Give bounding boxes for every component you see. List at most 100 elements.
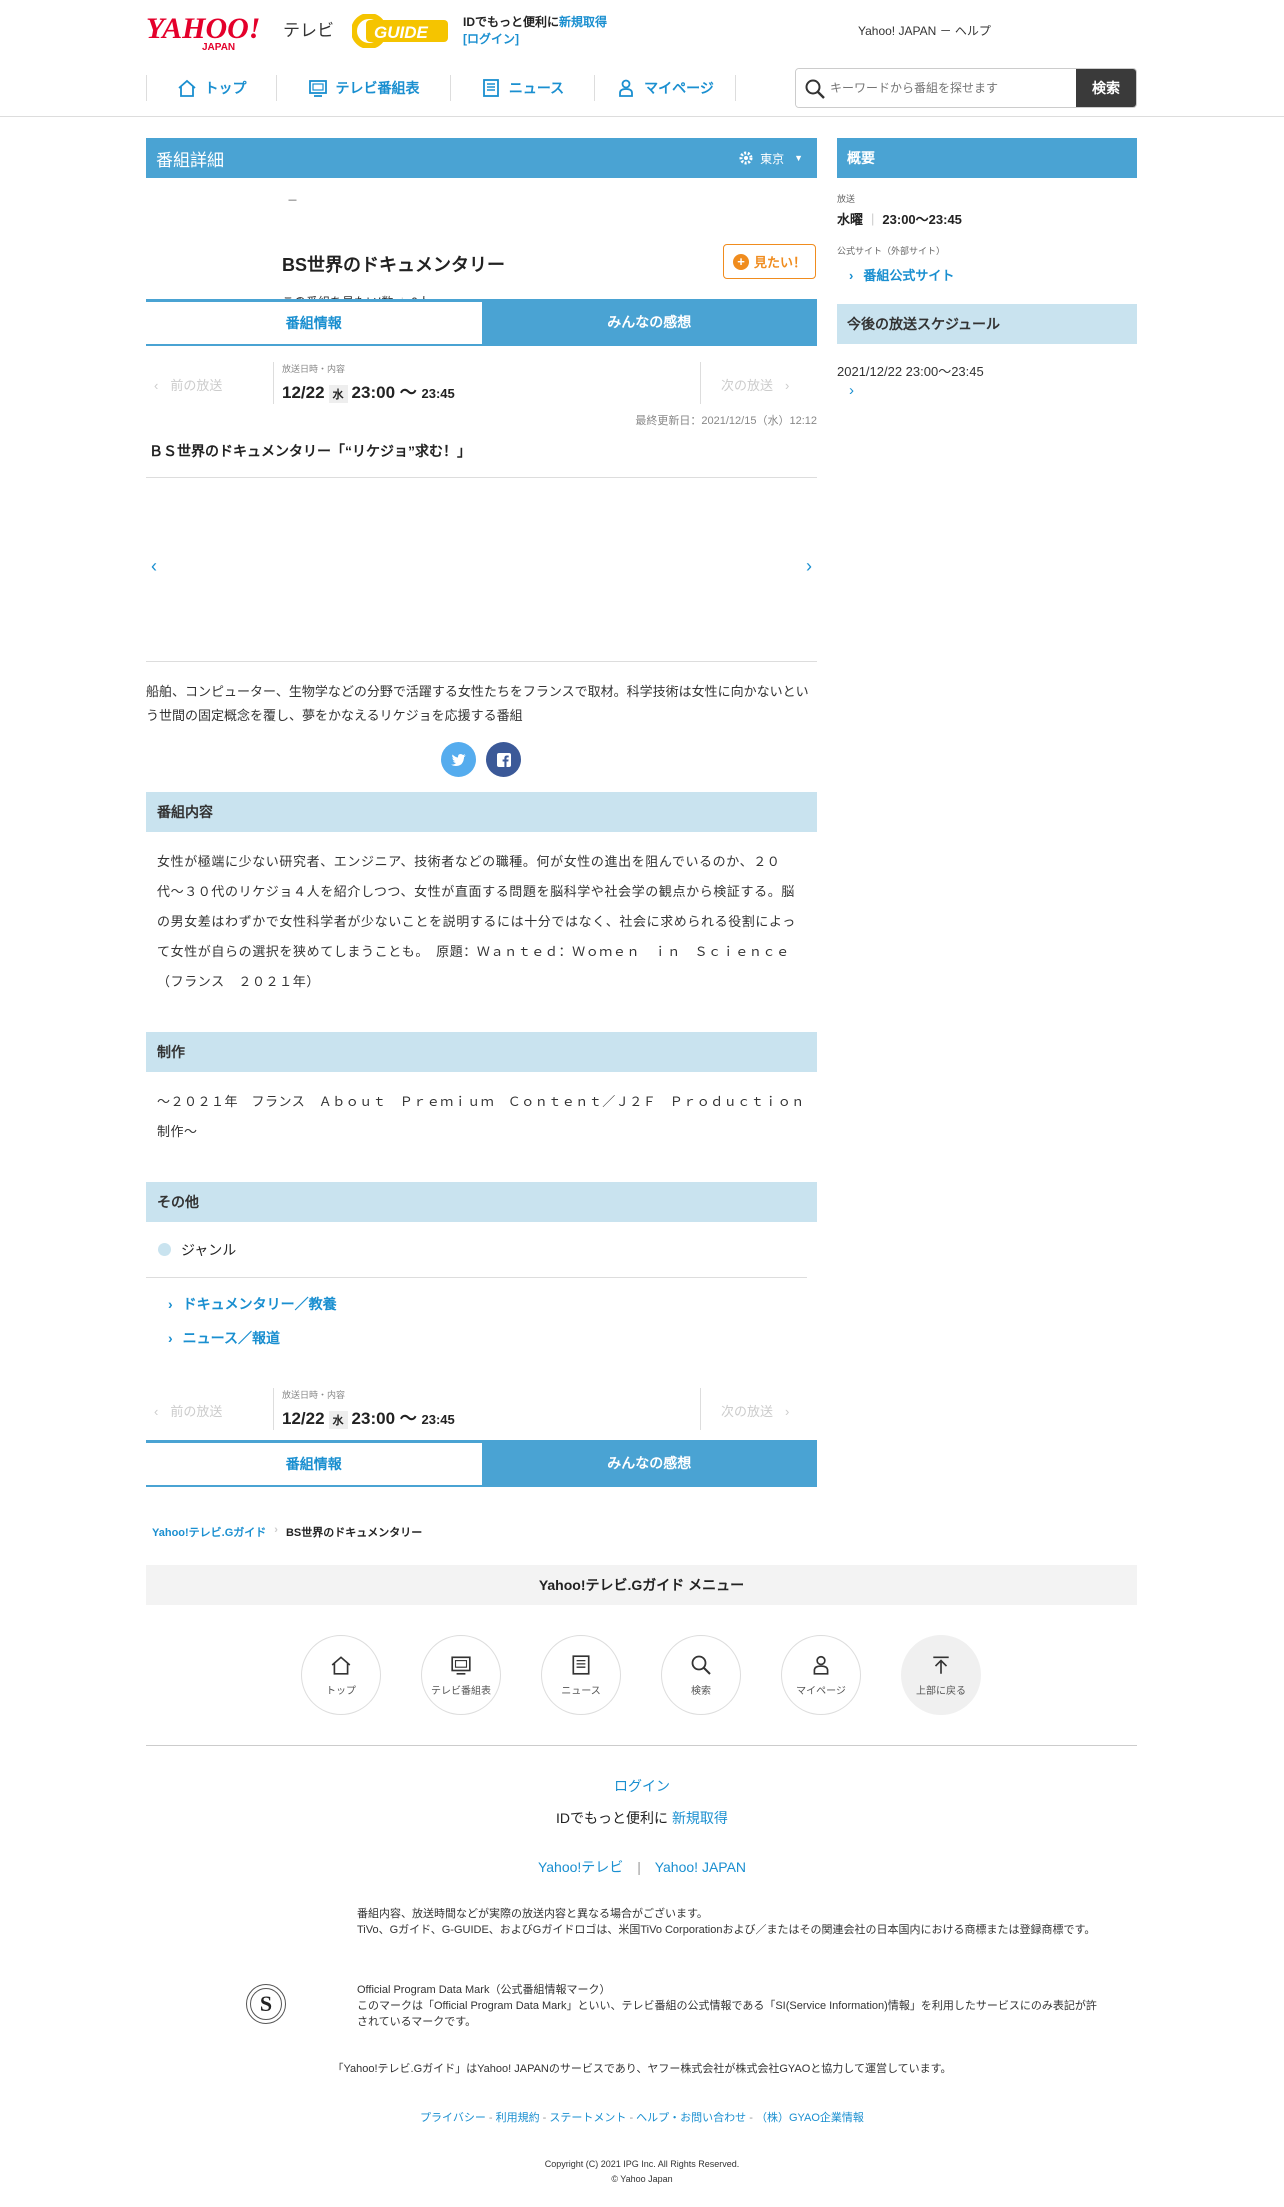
want-button[interactable]: + 見たい！: [723, 244, 816, 279]
carousel-next-icon[interactable]: ›: [806, 556, 812, 577]
nav-label: テレビ番組表: [335, 80, 420, 96]
news-icon: [482, 79, 499, 97]
yj-help-links[interactable]: Yahoo! JAPAN － ヘルプ: [858, 22, 991, 39]
next-label: 次の放送: [721, 1404, 774, 1419]
breadcrumb-current: BS世界のドキュメンタリー: [285, 1527, 423, 1539]
footer-notice-2: TiVo、Gガイド、G-GUIDE、およびGガイドロゴは、米国TiVo Corp…: [357, 1924, 1096, 1936]
nav-top[interactable]: トップ: [146, 75, 276, 101]
genre-link[interactable]: › ニュース／報道: [168, 1328, 817, 1362]
broadcast-nav-bottom: ‹ 前の放送 放送日時・内容 12/22 水 23:00 〜 23:45 次の放送 ›: [146, 1388, 817, 1434]
region-selector[interactable]: 東京 ▼: [738, 150, 803, 167]
facebook-share-button[interactable]: [486, 742, 521, 777]
svg-text:GUIDE: GUIDE: [374, 23, 429, 42]
menu-back-to-top-button[interactable]: 上部に戻る: [901, 1635, 981, 1715]
menu-mypage-button[interactable]: マイページ: [781, 1635, 861, 1715]
broadcast-time: 23:00～23:45: [882, 212, 962, 227]
privacy-link[interactable]: プライバシー: [420, 2112, 486, 2124]
signup-link[interactable]: 新規取得: [559, 15, 607, 29]
end-time: 23:45: [421, 1412, 455, 1427]
nav-tv-schedule[interactable]: テレビ番組表: [276, 75, 450, 101]
menu-tv-schedule-button[interactable]: テレビ番組表: [421, 1635, 501, 1715]
tv-icon: [308, 80, 327, 97]
schedule-item: 2021/12/22 23:00～23:45: [837, 364, 984, 379]
nav-news[interactable]: ニュース: [450, 75, 594, 101]
next-broadcast[interactable]: 次の放送 ›: [700, 1388, 816, 1430]
plus-icon: +: [732, 253, 749, 270]
yahoo-japan-logo[interactable]: YAHOO! JAPAN: [146, 12, 296, 53]
statement-link[interactable]: ステートメント: [549, 2112, 626, 2124]
weekday-badge: 水: [328, 1411, 348, 1429]
chevron-right-icon: ›: [168, 1330, 173, 1346]
news-icon: [572, 1654, 590, 1675]
program-title: BS世界のドキュメンタリー: [282, 255, 506, 275]
search-icon: [691, 1655, 711, 1675]
next-broadcast[interactable]: 次の放送 ›: [700, 362, 816, 404]
prev-broadcast[interactable]: ‹ 前の放送: [154, 1401, 222, 1420]
chevron-right-icon: ›: [849, 268, 854, 283]
search-button[interactable]: 検索: [1076, 69, 1136, 107]
footer-login-link[interactable]: ログイン: [0, 1776, 1284, 1796]
chevron-right-icon[interactable]: ›: [837, 382, 1137, 399]
twitter-share-button[interactable]: [441, 742, 476, 777]
mark-description: このマークは「Official Program Data Mark」といい、テレ…: [357, 2000, 1097, 2028]
search-box: 検索: [795, 68, 1137, 108]
twitter-icon: [450, 753, 466, 766]
date: 12/22: [282, 1409, 325, 1428]
episode-title: ＢＳ世界のドキュメンタリー「“リケジョ”求む！」: [149, 443, 471, 459]
footer-yahoo-tv-link[interactable]: Yahoo!テレビ: [538, 1859, 623, 1875]
schedule-header: 今後の放送スケジュール: [837, 304, 1137, 344]
tab-impressions[interactable]: みんなの感想: [481, 1440, 817, 1485]
menu-label: テレビ番組表: [431, 1685, 491, 1697]
breadcrumb: Yahoo!テレビ.Gガイド › BS世界のドキュメンタリー: [152, 1524, 423, 1540]
production-section-header: 制作: [146, 1032, 817, 1072]
menu-top-button[interactable]: トップ: [301, 1635, 381, 1715]
home-icon: [331, 1655, 351, 1675]
menu-label: 上部に戻る: [916, 1685, 966, 1697]
genre-label: ジャンル: [181, 1241, 237, 1258]
chevron-right-icon: ›: [785, 378, 790, 393]
chevron-right-icon: ›: [785, 1404, 790, 1419]
user-icon: [619, 79, 634, 97]
terms-link[interactable]: 利用規約: [496, 2112, 540, 2124]
login-link[interactable]: [ログイン]: [463, 32, 519, 46]
tab-program-info[interactable]: 番組情報: [146, 1440, 482, 1485]
footer-notice-1: 番組内容、放送時間などが実際の放送内容と異なる場合がございます。: [357, 1908, 708, 1920]
main-nav: トップ テレビ番組表 ニュース マイページ: [146, 68, 736, 108]
official-site-link[interactable]: › 番組公式サイト: [837, 265, 1137, 284]
footer-yahoo-japan-link[interactable]: Yahoo! JAPAN: [655, 1859, 746, 1875]
footer-sep: |: [637, 1859, 641, 1875]
genre-bullet-icon: [158, 1243, 171, 1256]
next-label: 次の放送: [721, 378, 774, 393]
nav-label: トップ: [204, 80, 247, 96]
help-link[interactable]: ヘルプ・お問い合わせ: [636, 2112, 746, 2124]
breadcrumb-home[interactable]: Yahoo!テレビ.Gガイド: [152, 1524, 266, 1540]
official-site-label: 公式サイト（外部サイト）: [837, 246, 946, 256]
prev-label: 前の放送: [170, 1404, 223, 1419]
tilde: 〜: [399, 1409, 417, 1428]
chevron-right-icon: ›: [168, 1296, 173, 1312]
footer-signup-link[interactable]: 新規取得: [672, 1810, 728, 1826]
nav-mypage[interactable]: マイページ: [594, 75, 736, 101]
copyright-yahoo: © Yahoo Japan: [611, 2174, 673, 2184]
carousel-prev-icon[interactable]: ‹: [151, 556, 157, 577]
tilde: 〜: [399, 383, 417, 402]
svg-text:YAHOO!: YAHOO!: [146, 12, 260, 45]
broadcast-day: 水曜: [837, 212, 864, 227]
gyao-company-link[interactable]: （株）GYAO企業情報: [756, 2112, 864, 2124]
menu-icons: トップ テレビ番組表 ニュース 検索 マイページ 上部に戻る: [301, 1635, 981, 1715]
mark-title: Official Program Data Mark（公式番組情報マーク）: [357, 1984, 611, 1996]
menu-news-button[interactable]: ニュース: [541, 1635, 621, 1715]
tab-impressions[interactable]: みんなの感想: [481, 299, 817, 344]
tv-icon: [451, 1655, 471, 1675]
tab-program-info[interactable]: 番組情報: [146, 299, 482, 344]
menu-search-button[interactable]: 検索: [661, 1635, 741, 1715]
official-site-link-label: 番組公式サイト: [863, 268, 955, 283]
genre-link[interactable]: › ドキュメンタリー／教養: [168, 1294, 817, 1328]
gguide-logo[interactable]: GUIDE: [351, 13, 452, 49]
genre-link-label: ニュース／報道: [182, 1330, 280, 1346]
prev-broadcast[interactable]: ‹ 前の放送: [154, 375, 222, 394]
production-text: 〜２０２１年 フランス Ａｂｏｕｔ Ｐｒｅｍｉｕｍ Ｃｏｎｔｅｎｔ／Ｊ２Ｆ Ｐｒ…: [157, 1094, 805, 1139]
official-data-mark-logo: S: [246, 1984, 286, 2024]
search-input[interactable]: [796, 69, 1076, 107]
broadcast-date-label: 放送日時・内容: [282, 1390, 346, 1400]
